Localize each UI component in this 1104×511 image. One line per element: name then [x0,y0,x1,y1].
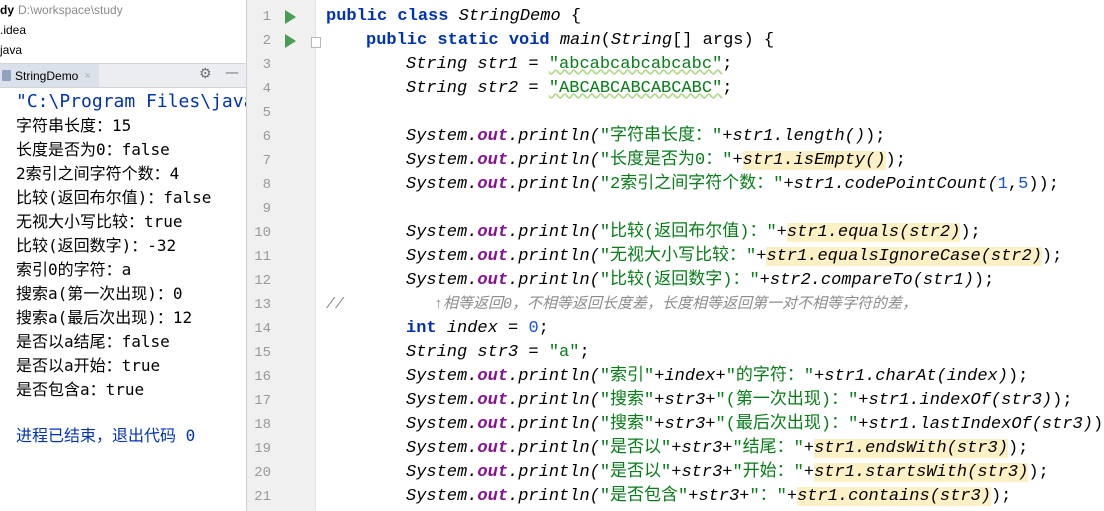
minimize-icon[interactable]: — [225,65,239,81]
line-number: 12 [254,273,271,289]
console-output-line: 是否以a结尾：false [16,332,170,351]
line-number: 11 [254,249,271,265]
line-number: 3 [262,57,271,73]
line-number: 10 [254,225,271,241]
editor-gutter[interactable]: 1 2 3 4 5 6 7 8 9 10 11 12 13 14 15 16 1… [247,0,321,511]
line-number: 18 [254,417,271,433]
run-console[interactable]: "C:\Program Files\java 字符串长度：15 长度是否为0：f… [0,88,246,511]
code-line: String str3 = "a"; [406,343,590,362]
code-line: System.out.println("搜索"+str3+"(最后次出现)："+… [406,415,1104,434]
code-line: System.out.println("是否包含"+str3+"："+str1.… [406,487,1012,506]
left-panel: dy D:\workspace\study .idea java StringDe… [0,0,246,511]
code-line: System.out.println("字符串长度："+str1.length(… [406,127,886,146]
code-line: String str1 = "abcabcabcabcabc"; [406,55,733,74]
code-line: public static void main(String[] args) { [366,31,775,50]
line-number: 17 [254,393,271,409]
code-line: public class StringDemo { [326,7,582,26]
console-output-line: 比较(返回数字)：-32 [16,236,177,255]
console-output-line: 长度是否为0：false [16,140,170,159]
line-number: 1 [262,9,271,25]
console-output-line: 2索引之间字符个数：4 [16,164,180,183]
line-number: 7 [262,153,271,169]
console-output-line: 是否包含a：true [16,380,145,399]
project-root-path: D:\workspace\study [18,3,123,17]
code-line: String str2 = "ABCABCABCABCABC"; [406,79,733,98]
console-output-line: 搜索a(最后次出现)：12 [16,308,193,327]
console-output-line: 字符串长度：15 [16,116,132,135]
line-number: 6 [262,129,271,145]
console-output-line: 无视大小写比较：true [16,212,183,231]
console-output-line: 索引0的字符：a [16,260,132,279]
code-comment-line: // ↑相等返回0，不相等返回长度差，长度相等返回第一对不相等字符的差， [326,296,918,313]
close-icon[interactable]: × [84,70,90,82]
line-number: 19 [254,441,271,457]
line-number: 8 [262,177,271,193]
code-line: System.out.println("比较(返回布尔值)："+str1.equ… [406,223,981,242]
code-line: System.out.println("索引"+index+"的字符："+str… [406,367,1029,386]
run-tab-stringdemo[interactable]: StringDemo × [0,64,99,87]
project-item-java[interactable]: java [0,40,22,60]
line-number: 2 [262,33,271,49]
code-line: int index = 0; [406,319,549,338]
code-editor[interactable]: public class StringDemo { public static … [316,0,1104,511]
line-number: 20 [254,465,271,481]
line-number: 13 [254,297,271,313]
project-root[interactable]: dy D:\workspace\study [0,0,123,20]
code-line: System.out.println("2索引之间字符个数："+str1.cod… [406,175,1059,194]
code-line: System.out.println("无视大小写比较："+str1.equal… [406,247,1063,266]
line-number: 4 [262,81,271,97]
console-output-line: 搜索a(第一次出现)：0 [16,284,183,303]
code-line: System.out.println("长度是否为0："+str1.isEmpt… [406,151,906,170]
run-tab-label: StringDemo [15,68,79,83]
console-exit-message: 进程已结束，退出代码 0 [16,426,196,445]
project-item-idea[interactable]: .idea [0,20,26,40]
line-number: 14 [254,321,271,337]
line-number: 16 [254,369,271,385]
line-number: 5 [262,105,271,121]
line-number: 9 [262,201,271,217]
console-output-line: 比较(返回布尔值)：false [16,188,212,207]
line-number: 15 [254,345,271,361]
code-line: System.out.println("是否以"+str3+"结尾："+str1… [406,439,1029,458]
code-line: System.out.println("搜索"+str3+"(第一次出现)："+… [406,391,1073,410]
project-root-name: dy [0,3,15,17]
line-number: 21 [254,489,271,505]
console-command-line: "C:\Program Files\java [16,91,246,112]
console-output-line: 是否以a开始：true [16,356,161,375]
gear-icon[interactable]: ⚙ [199,66,212,82]
run-config-icon [2,70,11,81]
code-line: System.out.println("比较(返回数字)："+str2.comp… [406,271,995,290]
code-line: System.out.println("是否以"+str3+"开始："+str1… [406,463,1049,482]
run-main-icon[interactable] [285,34,296,48]
run-tool-window-header: StringDemo × ⚙ — [0,63,246,88]
run-class-icon[interactable] [285,10,296,24]
